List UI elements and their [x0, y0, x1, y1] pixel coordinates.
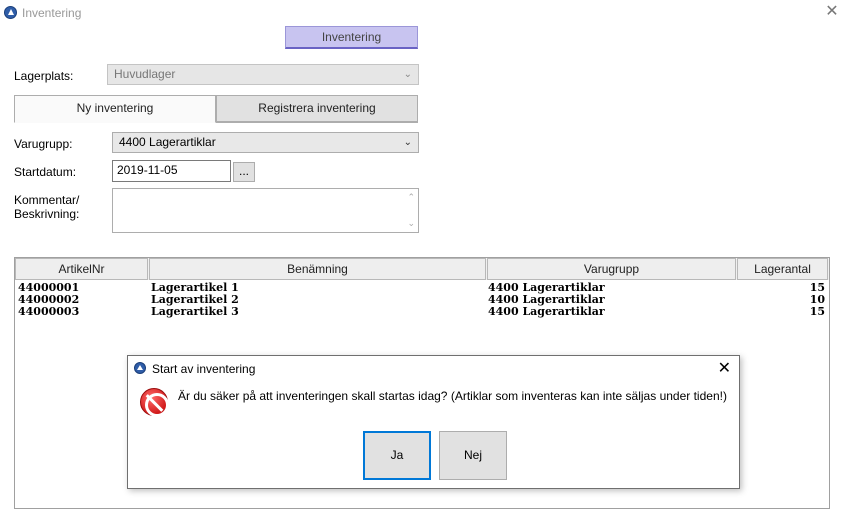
cell-lagerantal: 15 — [809, 305, 825, 318]
scroll-down-icon[interactable]: ⌄ — [407, 218, 415, 229]
app-logo-icon — [4, 6, 17, 19]
startdatum-field[interactable]: 2019-11-05 — [112, 160, 231, 182]
varugrupp-label: Varugrupp: — [14, 137, 73, 151]
close-icon[interactable]: ✕ — [823, 3, 841, 21]
kommentar-textarea[interactable]: ⌃ ⌄ — [112, 188, 419, 233]
lagerplats-select[interactable]: Huvudlager ⌄ — [107, 64, 419, 85]
table-row[interactable]: 44000002 Lagerartikel 2 4400 Lagerartikl… — [15, 294, 829, 306]
window-title: Inventering — [22, 6, 82, 20]
cell-varugrupp: 4400 Lagerartiklar — [488, 305, 605, 318]
window-titlebar: Inventering ✕ — [0, 0, 847, 26]
app-logo-icon — [134, 362, 146, 374]
tab-divider — [216, 122, 418, 123]
cell-benamning: Lagerartikel 3 — [151, 305, 239, 318]
column-header-artikelnr[interactable]: ArtikelNr — [15, 258, 148, 280]
startdatum-label: Startdatum: — [14, 165, 77, 179]
table-row[interactable]: 44000003 Lagerartikel 3 4400 Lagerartikl… — [15, 306, 829, 318]
tab-registrera-inventering[interactable]: Registrera inventering — [216, 95, 418, 122]
column-header-benamning[interactable]: Benämning — [149, 258, 486, 280]
confirm-dialog: Start av inventering ✕ Är du säker på at… — [127, 355, 740, 489]
close-icon[interactable]: ✕ — [718, 358, 731, 378]
dialog-title: Start av inventering — [152, 362, 256, 376]
lagerplats-label: Lagerplats: — [14, 69, 74, 83]
varugrupp-value: 4400 Lagerartiklar — [119, 135, 216, 149]
date-picker-button[interactable]: ... — [233, 162, 255, 182]
no-button[interactable]: Nej — [439, 431, 507, 480]
beskrivning-label: Beskrivning: — [14, 207, 80, 221]
dialog-titlebar: Start av inventering ✕ — [128, 356, 739, 380]
column-header-varugrupp[interactable]: Varugrupp — [487, 258, 736, 280]
lagerplats-value: Huvudlager — [114, 67, 176, 81]
cell-artikelnr: 44000003 — [18, 305, 80, 318]
kommentar-label: Kommentar/ — [14, 193, 80, 207]
column-header-lagerantal[interactable]: Lagerantal — [737, 258, 828, 280]
table-row[interactable]: 44000001 Lagerartikel 1 4400 Lagerartikl… — [15, 282, 829, 294]
chevron-down-icon: ⌄ — [403, 137, 412, 148]
dialog-message: Är du säker på att inventeringen skall s… — [178, 389, 727, 403]
grid-header: ArtikelNr Benämning Varugrupp Lagerantal — [15, 258, 829, 280]
stop-error-icon — [140, 388, 169, 417]
chevron-down-icon: ⌄ — [403, 69, 412, 80]
tab-inventering[interactable]: Inventering — [285, 26, 418, 49]
yes-button[interactable]: Ja — [363, 431, 431, 480]
tab-ny-inventering[interactable]: Ny inventering — [14, 95, 216, 123]
varugrupp-select[interactable]: 4400 Lagerartiklar ⌄ — [112, 132, 419, 153]
scroll-up-icon[interactable]: ⌃ — [407, 192, 415, 203]
